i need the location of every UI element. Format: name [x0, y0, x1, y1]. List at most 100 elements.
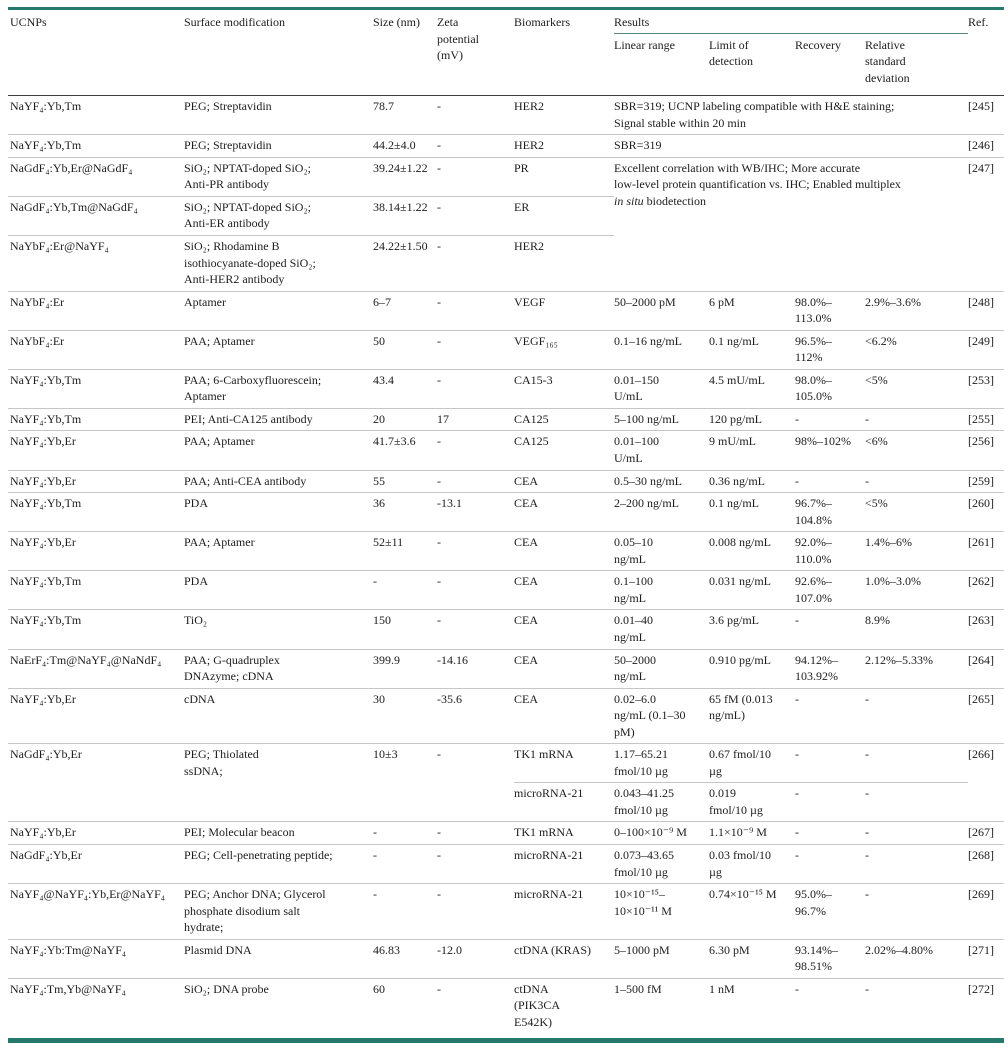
- cell-surface: Aptamer: [184, 291, 373, 330]
- table-row: NaYbF₄:Er Aptamer 6–7 - VEGF 50–2000 pM …: [8, 291, 1004, 330]
- cell-surface: PEG; Anchor DNA; Glycerol phosphate diso…: [184, 884, 373, 940]
- table-row: NaYF₄@NaYF₄:Yb,Er@NaYF₄ PEG; Anchor DNA;…: [8, 884, 1004, 940]
- cell-linear-range: 0.1–16 ng/mL: [614, 330, 709, 369]
- cell-ucnps: NaYF₄:Tm,Yb@NaYF₄: [8, 978, 184, 1038]
- table-row: NaYF₄:Yb,Tm PEG; Streptavidin 44.2±4.0 -…: [8, 135, 1004, 158]
- cell-lod: 0.36 ng/mL: [709, 470, 795, 493]
- cell-rsd: 2.9%–3.6%: [865, 291, 968, 330]
- cell-ucnps: NaYF₄:Yb,Tm: [8, 135, 184, 158]
- cell-ref: [266]: [968, 744, 1004, 822]
- cell-lod: 0.019 fmol/10 µg: [709, 783, 795, 822]
- cell-linear-range: 0–100×10⁻⁹ M: [614, 822, 709, 845]
- cell-size: 50: [373, 330, 437, 369]
- col-header-ucnps: UCNPs: [8, 10, 184, 96]
- cell-ref: [256]: [968, 431, 1004, 470]
- cell-ucnps: NaYF₄:Yb,Tm: [8, 571, 184, 610]
- cell-ref: [268]: [968, 844, 1004, 883]
- ucnp-biomarker-table-wrap: UCNPs Surface modification Size (nm) Zet…: [8, 7, 1004, 1043]
- cell-ref: [264]: [968, 649, 1004, 688]
- cell-recovery: -: [795, 744, 865, 783]
- cell-ref: [246]: [968, 135, 1004, 158]
- cell-rsd: <5%: [865, 493, 968, 532]
- cell-recovery: -: [795, 844, 865, 883]
- col-header-ref: Ref.: [968, 10, 1004, 96]
- cell-size: 10±3: [373, 744, 437, 822]
- cell-rsd: -: [865, 408, 968, 431]
- table-row: NaYF₄:Yb,Tm TiO₂ 150 - CEA 0.01–40 ng/mL…: [8, 610, 1004, 649]
- col-header-recovery: Recovery: [795, 33, 865, 96]
- cell-biomarker: CA125: [514, 408, 614, 431]
- cell-biomarker: CEA: [514, 688, 614, 744]
- cell-surface: PEG; Streptavidin: [184, 135, 373, 158]
- cell-ucnps: NaYF₄:Yb,Tm: [8, 610, 184, 649]
- cell-zeta: -: [437, 844, 514, 883]
- cell-linear-range: 2–200 ng/mL: [614, 493, 709, 532]
- cell-zeta: -14.16: [437, 649, 514, 688]
- cell-lod: 0.03 fmol/10 µg: [709, 844, 795, 883]
- cell-lod: 0.67 fmol/10 µg: [709, 744, 795, 783]
- cell-rsd: -: [865, 688, 968, 744]
- cell-size: 43.4: [373, 369, 437, 408]
- table-header: UCNPs Surface modification Size (nm) Zet…: [8, 10, 1004, 96]
- cell-biomarker: HER2: [514, 135, 614, 158]
- cell-biomarker: microRNA-21: [514, 783, 614, 822]
- cell-ucnps: NaYF₄@NaYF₄:Yb,Er@NaYF₄: [8, 884, 184, 940]
- cell-recovery: 94.12%– 103.92%: [795, 649, 865, 688]
- table-row: NaYF₄:Yb,Tm PEG; Streptavidin 78.7 - HER…: [8, 96, 1004, 135]
- cell-ucnps: NaGdF₄:Yb,Er: [8, 744, 184, 822]
- cell-biomarker: HER2: [514, 236, 614, 292]
- table-row: NaYF₄:Yb,Er PAA; Aptamer 52±11 - CEA 0.0…: [8, 532, 1004, 571]
- cell-ucnps: NaYbF₄:Er: [8, 330, 184, 369]
- cell-biomarker: TK1 mRNA: [514, 822, 614, 845]
- cell-ucnps: NaYF₄:Yb,Tm: [8, 493, 184, 532]
- cell-recovery: 96.5%– 112%: [795, 330, 865, 369]
- cell-lod: 1 nM: [709, 978, 795, 1038]
- cell-linear-range: 0.01–40 ng/mL: [614, 610, 709, 649]
- cell-rsd: -: [865, 844, 968, 883]
- cell-ref: [265]: [968, 688, 1004, 744]
- cell-ref: [249]: [968, 330, 1004, 369]
- cell-zeta: -: [437, 822, 514, 845]
- cell-size: 60: [373, 978, 437, 1038]
- cell-size: -: [373, 822, 437, 845]
- cell-biomarker: ctDNA (PIK3CA E542K): [514, 978, 614, 1038]
- cell-zeta: -: [437, 571, 514, 610]
- cell-size: 150: [373, 610, 437, 649]
- cell-rsd: <6%: [865, 431, 968, 470]
- cell-lod: 0.008 ng/mL: [709, 532, 795, 571]
- cell-lod: 120 pg/mL: [709, 408, 795, 431]
- cell-rsd: 8.9%: [865, 610, 968, 649]
- cell-recovery: 93.14%– 98.51%: [795, 939, 865, 978]
- page: UCNPs Surface modification Size (nm) Zet…: [0, 0, 1008, 1049]
- cell-biomarker: CEA: [514, 493, 614, 532]
- cell-lod: 1.1×10⁻⁹ M: [709, 822, 795, 845]
- cell-results: SBR=319: [614, 135, 968, 158]
- cell-linear-range: 10×10⁻¹⁵– 10×10⁻¹¹ M: [614, 884, 709, 940]
- cell-results: SBR=319; UCNP labeling compatible with H…: [614, 96, 968, 135]
- cell-recovery: -: [795, 610, 865, 649]
- table-row: NaYbF₄:Er PAA; Aptamer 50 - VEGF₁₆₅ 0.1–…: [8, 330, 1004, 369]
- cell-biomarker: CEA: [514, 649, 614, 688]
- cell-zeta: -: [437, 291, 514, 330]
- cell-rsd: -: [865, 978, 968, 1038]
- col-header-size: Size (nm): [373, 10, 437, 96]
- cell-rsd: -: [865, 884, 968, 940]
- cell-recovery: 96.7%– 104.8%: [795, 493, 865, 532]
- cell-recovery: 95.0%– 96.7%: [795, 884, 865, 940]
- cell-rsd: -: [865, 744, 968, 783]
- table-row: NaYF₄:Yb,Er cDNA 30 -35.6 CEA 0.02–6.0 n…: [8, 688, 1004, 744]
- cell-biomarker: CEA: [514, 470, 614, 493]
- cell-ucnps: NaYF₄:Yb,Er: [8, 688, 184, 744]
- cell-ucnps: NaYF₄:Yb:Tm@NaYF₄: [8, 939, 184, 978]
- cell-surface: PDA: [184, 571, 373, 610]
- col-header-results: Results: [614, 10, 968, 33]
- cell-surface: PDA: [184, 493, 373, 532]
- cell-linear-range: 0.5–30 ng/mL: [614, 470, 709, 493]
- cell-ucnps: NaGdF₄:Yb,Tm@NaGdF₄: [8, 196, 184, 235]
- cell-surface: SiO₂; NPTAT-doped SiO₂; Anti-PR antibody: [184, 157, 373, 196]
- cell-ref: [248]: [968, 291, 1004, 330]
- col-header-limit-of-detection: Limit of detection: [709, 33, 795, 96]
- table-row: NaYF₄:Yb,Er PAA; Anti-CEA antibody 55 - …: [8, 470, 1004, 493]
- col-header-surface-modification: Surface modification: [184, 10, 373, 96]
- cell-surface: PEG; Cell-penetrating peptide;: [184, 844, 373, 883]
